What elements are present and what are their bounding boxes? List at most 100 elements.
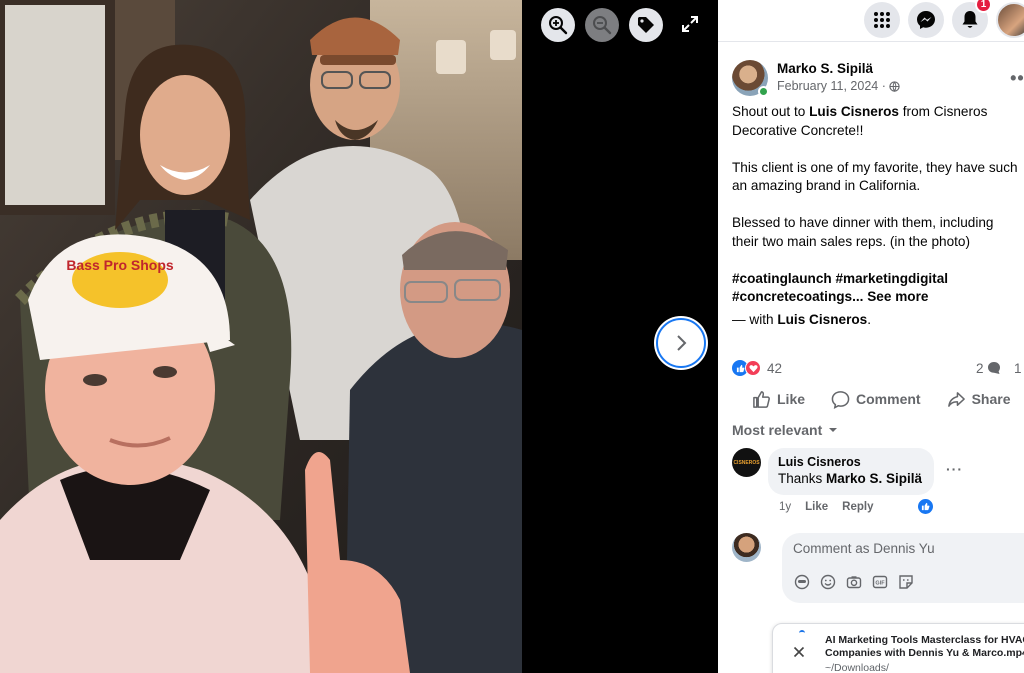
bell-icon	[962, 11, 978, 28]
comment-placeholder: Comment as Dennis Yu	[793, 541, 935, 556]
online-status-dot	[758, 86, 769, 97]
post-text-segment: Shout out to	[732, 104, 810, 119]
camera-button[interactable]	[845, 573, 862, 590]
share-label: Share	[971, 391, 1011, 407]
author-name[interactable]: Marko S. Sipilä	[777, 60, 900, 78]
comment-count[interactable]: 2	[976, 361, 1001, 376]
zoom-out-icon	[593, 16, 612, 35]
love-reaction-icon	[745, 360, 761, 376]
share-count[interactable]: 1	[1014, 361, 1022, 376]
top-bar-icons: 1	[864, 0, 1024, 38]
comment-item: CISNEROS Luis Cisneros Thanks Marko S. S…	[732, 448, 935, 495]
tagged-person-link[interactable]: Luis Cisneros	[809, 104, 899, 119]
top-bar: 1	[718, 0, 1024, 42]
sticker-icon	[898, 574, 913, 589]
composer-tools: GIF	[793, 573, 914, 590]
sticker-button[interactable]	[897, 573, 914, 590]
profile-avatar[interactable]	[996, 2, 1024, 38]
post-date[interactable]: February 11, 2024 ·	[777, 78, 886, 94]
next-photo-button[interactable]	[656, 318, 706, 368]
svg-text:GIF: GIF	[875, 580, 885, 586]
share-button[interactable]: Share	[947, 389, 1011, 409]
comment-author[interactable]: Luis Cisneros	[778, 454, 922, 470]
post-text-segment: Blessed to have dinner with them, includ…	[732, 215, 994, 230]
comment-reply-link[interactable]: Reply	[842, 501, 873, 513]
post-text-segment: from Cisneros	[899, 104, 988, 119]
messenger-icon	[917, 11, 935, 29]
sort-label: Most relevant	[732, 422, 823, 438]
download-notification: AI Marketing Tools Masterclass for HVAC …	[772, 623, 1024, 673]
like-reaction-icon	[921, 502, 930, 511]
post-text-segment: Decorative Concrete!!	[732, 122, 864, 138]
post-panel: 1 Marko S. Sipilä February 11, 2024 · ••…	[718, 0, 1024, 673]
gif-icon: GIF	[872, 575, 887, 588]
current-user-avatar[interactable]	[732, 533, 761, 562]
comment-button[interactable]: Comment	[831, 389, 921, 409]
comment-sort-dropdown[interactable]: Most relevant	[732, 422, 838, 438]
reaction-summary: 42 2 1	[732, 360, 1024, 376]
caret-down-icon	[829, 428, 838, 432]
reaction-icons[interactable]	[732, 360, 761, 376]
like-label: Like	[777, 391, 806, 407]
menu-button[interactable]	[864, 2, 900, 38]
download-path: ~/Downloads/	[825, 662, 889, 673]
avatar-sticker-button[interactable]	[793, 573, 810, 590]
chevron-right-icon	[677, 335, 687, 351]
post-date-row: February 11, 2024 ·	[777, 78, 900, 94]
post-text-segment: This client is one of my favorite, they …	[732, 159, 1018, 175]
hashtag-links[interactable]: #coatinglaunch #marketingdigital	[732, 271, 948, 286]
comment-mention-link[interactable]: Marko S. Sipilä	[826, 471, 922, 486]
zoom-in-button[interactable]	[541, 8, 575, 42]
with-prefix: — with	[732, 311, 778, 327]
reaction-count[interactable]: 42	[767, 361, 782, 376]
like-button[interactable]: Like	[752, 389, 805, 409]
share-icon	[947, 391, 965, 407]
comment-count-value: 2	[976, 360, 984, 376]
globe-icon	[889, 80, 900, 92]
with-person-link[interactable]: Luis Cisneros	[777, 312, 867, 327]
comment-icon	[831, 390, 850, 409]
hashtag-links[interactable]: #concretecoatings...	[732, 289, 863, 304]
zoom-out-button[interactable]	[585, 8, 619, 42]
comment-text-prefix: Thanks	[778, 471, 827, 486]
commenter-avatar[interactable]: CISNEROS	[732, 448, 761, 477]
close-download-button[interactable]	[787, 640, 811, 664]
post-options-button[interactable]: •••	[1010, 68, 1024, 89]
tag-photo-button[interactable]	[629, 8, 663, 42]
avatar-sticker-icon	[794, 574, 809, 589]
comment-options-button[interactable]: ···	[946, 461, 963, 477]
comment-input[interactable]: Comment as Dennis Yu GIF	[782, 533, 1024, 603]
download-file-name[interactable]: AI Marketing Tools Masterclass for HVAC …	[825, 634, 1024, 660]
selfie-photo: Bass Pro Shops	[0, 0, 522, 673]
comment-age[interactable]: 1y	[779, 501, 791, 513]
messenger-button[interactable]	[908, 2, 944, 38]
with-suffix: .	[867, 311, 872, 327]
author-avatar[interactable]	[732, 60, 769, 97]
post-header: Marko S. Sipilä February 11, 2024 ·	[732, 60, 900, 97]
post-actions: Like Comment Share	[752, 389, 1024, 409]
emoji-button[interactable]	[819, 573, 836, 590]
comment-bubble: Luis Cisneros Thanks Marko S. Sipilä	[768, 448, 935, 495]
viewer-toolbar	[541, 8, 663, 42]
comment-like-link[interactable]: Like	[805, 501, 828, 513]
post-text-segment: an amazing brand in California.	[732, 178, 921, 193]
fullscreen-button[interactable]	[680, 14, 700, 34]
thumbs-up-icon	[753, 390, 770, 408]
tag-icon	[638, 17, 654, 33]
comment-like-badge[interactable]	[917, 498, 934, 515]
post-photo[interactable]: Bass Pro Shops	[0, 0, 522, 673]
comment-composer: Comment as Dennis Yu GIF	[732, 533, 1024, 603]
notification-badge: 1	[975, 0, 992, 13]
notifications-button[interactable]: 1	[952, 0, 992, 38]
comment-text: Thanks Marko S. Sipilä	[778, 470, 922, 488]
author-meta: Marko S. Sipilä February 11, 2024 ·	[777, 60, 900, 94]
expand-icon	[682, 16, 698, 32]
close-icon	[793, 646, 805, 658]
grid-menu-icon	[874, 12, 890, 28]
post-text: Shout out to Luis Cisneros from Cisneros…	[732, 103, 1024, 348]
comment-bubble-icon	[987, 362, 1000, 374]
see-more-link[interactable]: See more	[867, 289, 928, 304]
zoom-in-icon	[549, 16, 568, 35]
gif-button[interactable]: GIF	[871, 573, 888, 590]
emoji-icon	[820, 574, 835, 589]
